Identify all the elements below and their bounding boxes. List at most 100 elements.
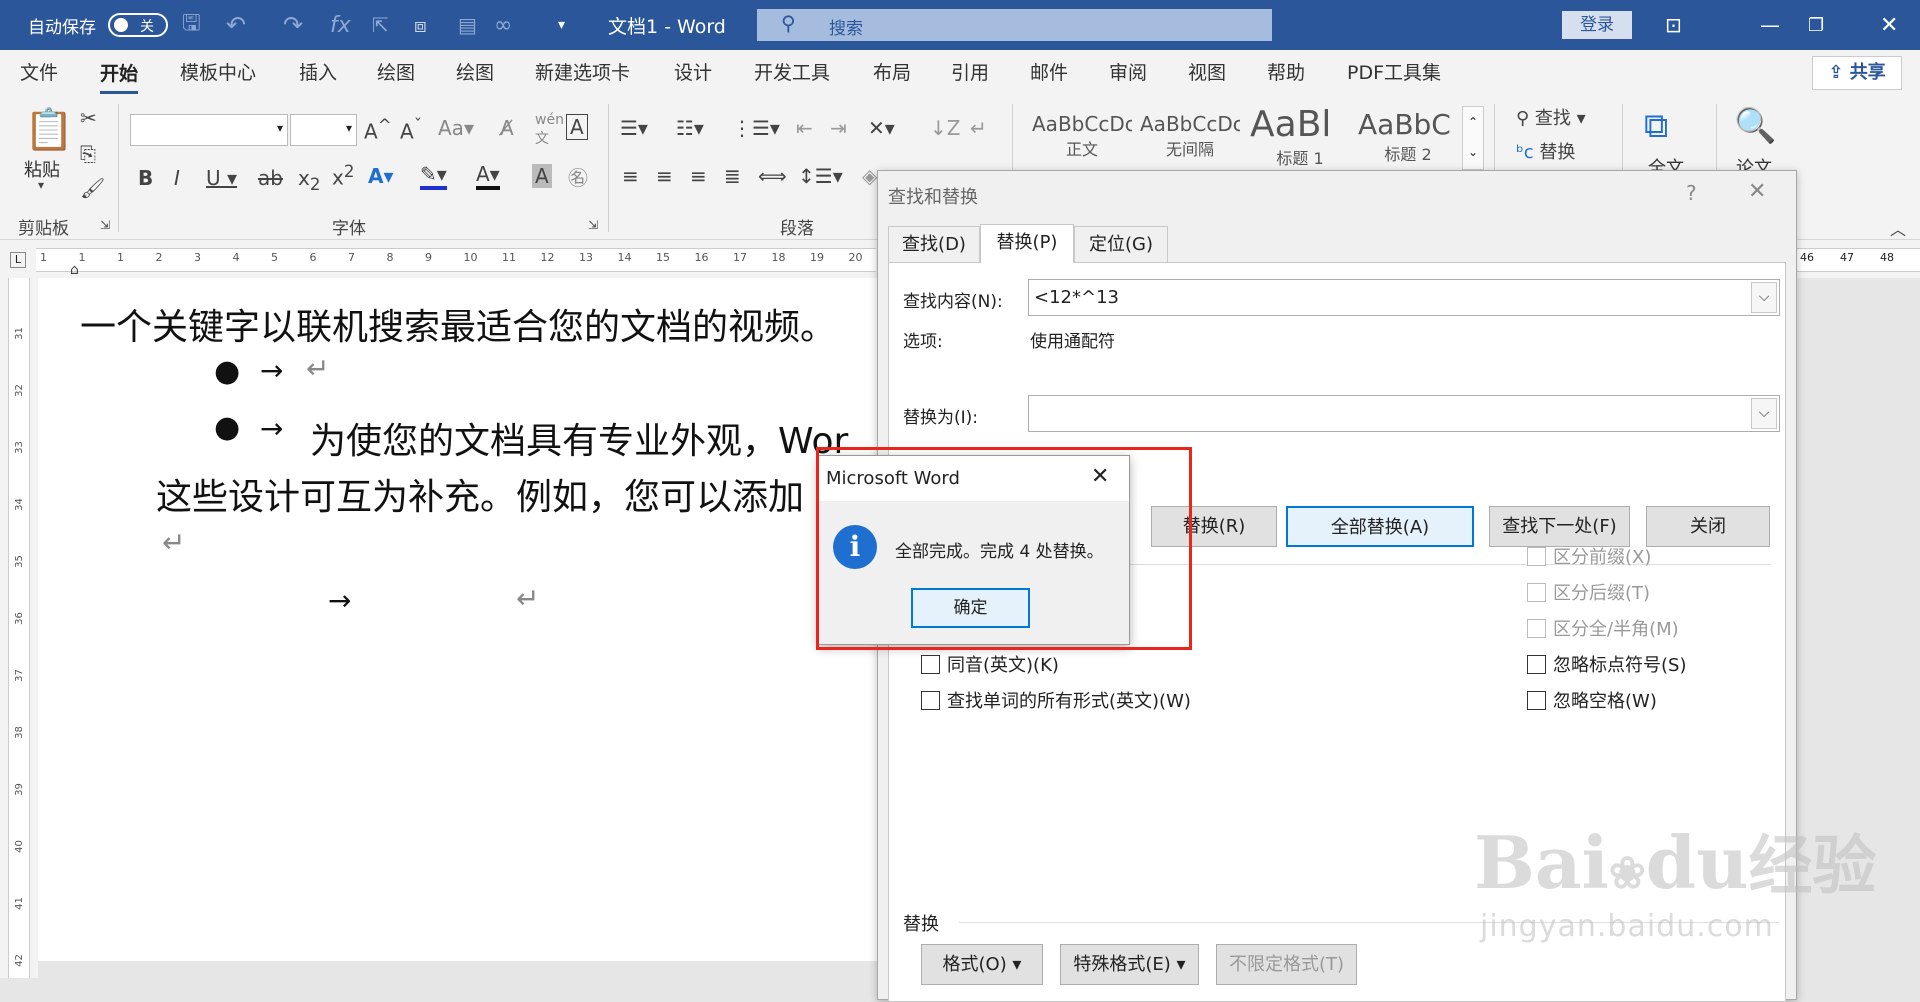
replace-history-dropdown[interactable]: ⌵: [1751, 398, 1777, 429]
shading-icon[interactable]: ◈: [862, 164, 877, 188]
replace-button[interactable]: ᵇc 替换: [1516, 138, 1575, 164]
tab-draw-2[interactable]: 绘图: [456, 50, 494, 98]
format-painter-icon[interactable]: 🖌: [80, 176, 105, 200]
char-border-icon[interactable]: A: [566, 114, 588, 140]
highlight-icon[interactable]: ✎▾: [420, 162, 447, 190]
find-next-button[interactable]: 查找下一处(F): [1489, 506, 1630, 547]
clipboard-launcher-icon[interactable]: ⇲: [100, 218, 110, 232]
font-name-combo[interactable]: ▾: [130, 114, 288, 146]
replace-input[interactable]: ⌵: [1028, 395, 1780, 432]
formula-icon[interactable]: fx: [330, 0, 351, 50]
tab-pdf-tools[interactable]: PDF工具集: [1347, 50, 1441, 98]
fulltext-icon[interactable]: ⧉: [1644, 106, 1668, 146]
style-heading-1[interactable]: AaBl 标题 1: [1250, 108, 1350, 172]
select-icon[interactable]: ⇱: [372, 0, 389, 50]
option-checkbox[interactable]: [1527, 547, 1546, 566]
restore-icon[interactable]: ❐: [1808, 0, 1824, 50]
minimize-icon[interactable]: —: [1760, 0, 1780, 50]
option-checkbox-label[interactable]: 区分全/半角(M): [1553, 615, 1679, 641]
tab-view[interactable]: 视图: [1188, 50, 1226, 98]
underline-icon[interactable]: U ▾: [206, 166, 237, 190]
strikethrough-icon[interactable]: ab: [258, 166, 283, 190]
search-box[interactable]: ⚲ 搜索: [757, 9, 1272, 41]
option-checkbox-label[interactable]: 同音(英文)(K): [947, 651, 1059, 677]
document-icon[interactable]: ▤: [458, 0, 477, 50]
find-input[interactable]: <12*^13 ⌵: [1028, 279, 1780, 316]
tab-draw[interactable]: 绘图: [377, 50, 415, 98]
replace-all-button[interactable]: 全部替换(A): [1286, 506, 1474, 547]
styles-scroll[interactable]: ⌃ ⌄: [1462, 106, 1484, 170]
tab-developer[interactable]: 开发工具: [754, 50, 830, 98]
option-checkbox-label[interactable]: 查找单词的所有形式(英文)(W): [947, 687, 1191, 713]
tab-home[interactable]: 开始: [100, 54, 139, 94]
option-checkbox-label[interactable]: 区分后缀(T): [1553, 579, 1650, 605]
tab-selector[interactable]: L: [10, 252, 26, 268]
tab-new-tab[interactable]: 新建选项卡: [535, 50, 630, 98]
sort-icon[interactable]: ↓Z: [930, 116, 960, 140]
distributed-icon[interactable]: ⟺: [758, 164, 787, 188]
option-checkbox[interactable]: [921, 655, 940, 674]
tab-goto[interactable]: 定位(G): [1074, 226, 1168, 263]
tab-find[interactable]: 查找(D): [888, 226, 980, 263]
option-checkbox-label[interactable]: 忽略标点符号(S): [1553, 651, 1686, 677]
help-icon[interactable]: ?: [1686, 181, 1697, 205]
font-size-combo[interactable]: ▾: [290, 114, 357, 146]
italic-icon[interactable]: I: [174, 166, 180, 190]
multilevel-list-icon[interactable]: ⋮☰▾: [732, 116, 780, 140]
enclose-char-icon[interactable]: ㊔: [568, 162, 588, 191]
align-left-icon[interactable]: ≡: [622, 164, 639, 188]
find-history-dropdown[interactable]: ⌵: [1751, 282, 1777, 313]
option-checkbox-label[interactable]: 区分前缀(X): [1553, 543, 1651, 569]
line-spacing-icon[interactable]: ↕☰▾: [798, 164, 843, 188]
close-window-icon[interactable]: ✕: [1880, 0, 1898, 50]
format-button[interactable]: 格式(O) ▾: [921, 944, 1043, 985]
option-checkbox[interactable]: [1527, 619, 1546, 638]
text-effects-icon[interactable]: A▾: [368, 164, 394, 188]
style-no-spacing[interactable]: AaBbCcDc 无间隔: [1140, 112, 1240, 172]
dialog-close-icon[interactable]: ✕: [1748, 179, 1766, 204]
copy-icon[interactable]: ⎘: [80, 142, 96, 166]
undo-icon[interactable]: ↶: [226, 0, 246, 50]
org-chart-icon[interactable]: ⧈: [414, 0, 427, 50]
grow-font-icon[interactable]: A^: [364, 116, 392, 144]
bold-icon[interactable]: B: [138, 166, 153, 190]
paper-icon[interactable]: 🔍: [1734, 106, 1776, 146]
bullets-icon[interactable]: ☰▾: [620, 116, 648, 140]
paste-dropdown-icon[interactable]: ▾: [38, 178, 44, 192]
link-icon[interactable]: ∞: [494, 0, 512, 50]
tab-help[interactable]: 帮助: [1267, 50, 1305, 98]
document-page[interactable]: 一个关键字以联机搜索最适合您的文档的视频。 ● → ↵ ● → 为使您的文档具有…: [38, 278, 878, 961]
justify-icon[interactable]: ≣: [724, 164, 741, 188]
tab-replace[interactable]: 替换(P): [980, 224, 1074, 263]
tab-mailings[interactable]: 邮件: [1030, 50, 1068, 98]
special-button[interactable]: 特殊格式(E) ▾: [1060, 944, 1199, 985]
numbering-icon[interactable]: ☷▾: [676, 116, 704, 140]
close-button[interactable]: 关闭: [1646, 506, 1770, 547]
redo-icon[interactable]: ↷: [283, 0, 303, 50]
chinese-layout-icon[interactable]: ✕▾: [868, 116, 895, 140]
option-checkbox[interactable]: [1527, 583, 1546, 602]
share-button[interactable]: ⇪ 共享: [1812, 56, 1902, 90]
paste-icon[interactable]: 📋: [24, 106, 74, 153]
increase-indent-icon[interactable]: ⇥: [830, 116, 847, 140]
tab-references[interactable]: 引用: [951, 50, 989, 98]
collapse-ribbon-icon[interactable]: ︿: [1890, 216, 1906, 240]
save-icon[interactable]: 🖫: [182, 0, 201, 50]
font-color-icon[interactable]: A▾: [476, 162, 500, 190]
tab-design[interactable]: 设计: [674, 50, 712, 98]
option-checkbox[interactable]: [1527, 691, 1546, 710]
superscript-icon[interactable]: x2: [332, 162, 354, 190]
autosave-toggle[interactable]: 关: [108, 0, 168, 50]
option-checkbox[interactable]: [1527, 655, 1546, 674]
clear-format-icon[interactable]: A̸: [500, 116, 514, 140]
option-checkbox[interactable]: [921, 691, 940, 710]
subscript-icon[interactable]: x2: [298, 166, 320, 194]
customize-qat-icon[interactable]: ▾: [558, 0, 565, 50]
tab-template-center[interactable]: 模板中心: [180, 50, 256, 98]
font-launcher-icon[interactable]: ⇲: [588, 218, 598, 232]
style-normal[interactable]: AaBbCcDc 正文: [1032, 112, 1132, 172]
ribbon-display-icon[interactable]: ⊡: [1665, 0, 1682, 50]
change-case-icon[interactable]: Aa▾: [438, 116, 474, 140]
indent-marker[interactable]: ⌂: [70, 262, 79, 278]
decrease-indent-icon[interactable]: ⇤: [796, 116, 813, 140]
